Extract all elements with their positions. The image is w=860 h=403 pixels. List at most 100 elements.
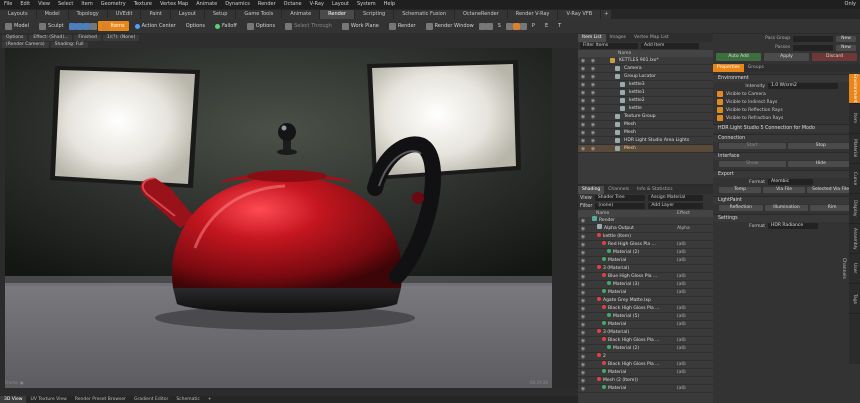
menu-item[interactable]: File xyxy=(0,0,16,9)
layer-visibility-icon[interactable]: ◉ xyxy=(578,321,588,329)
passes-new-button[interactable]: New xyxy=(836,44,856,51)
layer-visibility-icon[interactable]: ◉ xyxy=(578,249,588,257)
item-list-row[interactable]: ◉ ◉ KETTLES 901.lxo* xyxy=(578,57,713,65)
tab-schematic-fusion[interactable]: Schematic Fusion xyxy=(394,9,454,19)
layer-visibility-icon[interactable]: ◉ xyxy=(578,305,588,313)
vtab-curve[interactable]: Curve xyxy=(849,164,860,194)
tab-octanerender[interactable]: OctaneRender xyxy=(455,9,507,19)
export-section[interactable]: Export xyxy=(713,170,860,178)
tab-uvedit[interactable]: UVEdit xyxy=(107,9,141,19)
settings-section[interactable]: Settings xyxy=(713,214,860,222)
item-list-row[interactable]: ◉ ◉ HDR Light Studio Area Lights xyxy=(578,137,713,145)
menu-item[interactable]: Texture xyxy=(130,0,156,9)
tab-model[interactable]: Model xyxy=(36,9,68,19)
tab-render-vray[interactable]: Render V-Ray xyxy=(507,9,558,19)
layer-visibility-icon[interactable]: ◉ xyxy=(578,241,588,249)
tab-topology[interactable]: Topology xyxy=(68,9,107,19)
vtab-tags[interactable]: Tags xyxy=(849,284,860,314)
p-button[interactable]: P xyxy=(528,21,539,31)
render-eye-icon[interactable]: ◉ xyxy=(588,105,598,113)
sculpt-mode-button[interactable]: Sculpt xyxy=(35,21,68,31)
menu-item[interactable]: Layout xyxy=(328,0,353,9)
vertex-select-icon[interactable] xyxy=(68,22,76,30)
symmetry-icon[interactable] xyxy=(512,22,520,30)
visible-indirect-checkbox[interactable] xyxy=(717,99,723,105)
visibility-eye-icon[interactable]: ◉ xyxy=(578,89,588,97)
menu-item[interactable]: Select xyxy=(54,0,77,9)
layer-visibility-icon[interactable]: ◉ xyxy=(578,377,588,385)
camera-icon[interactable] xyxy=(478,22,486,30)
action-center-button[interactable]: Action Center xyxy=(131,21,180,31)
stop-button[interactable]: Stop xyxy=(787,143,854,149)
shader-tree-row[interactable]: ◉ Material (all) xyxy=(578,384,713,393)
render-eye-icon[interactable]: ◉ xyxy=(588,113,598,121)
shader-view-dropdown[interactable]: Shader Tree xyxy=(594,195,645,201)
render-viewport[interactable] xyxy=(5,48,552,388)
render-eye-icon[interactable]: ◉ xyxy=(588,89,598,97)
render-eye-icon[interactable]: ◉ xyxy=(588,145,598,153)
menu-item[interactable]: Edit xyxy=(16,0,34,9)
intensity-input[interactable]: 1.0 W/srm2 xyxy=(768,83,838,89)
tab-properties[interactable]: Properties xyxy=(713,64,744,72)
shader-filter-dropdown[interactable]: (none) xyxy=(595,203,646,209)
falloff-options-button[interactable]: Options xyxy=(243,21,279,31)
add-layer-dropdown[interactable]: Add Layer xyxy=(648,203,704,209)
tab-schematic[interactable]: Schematic xyxy=(172,396,204,403)
render-eye-icon[interactable]: ◉ xyxy=(588,57,598,65)
layer-visibility-icon[interactable]: ◉ xyxy=(578,289,588,297)
layer-visibility-icon[interactable]: ◉ xyxy=(578,369,588,377)
start-button[interactable]: Start xyxy=(719,143,786,149)
t-button[interactable]: T xyxy=(554,21,565,31)
tab-gradient-editor[interactable]: Gradient Editor xyxy=(130,396,172,403)
visibility-eye-icon[interactable]: ◉ xyxy=(578,81,588,89)
render-eye-icon[interactable]: ◉ xyxy=(588,137,598,145)
tab-images[interactable]: Images xyxy=(606,34,630,42)
model-mode-button[interactable]: Model xyxy=(1,21,33,31)
tab-scripting[interactable]: Scripting xyxy=(354,9,394,19)
item-list-row[interactable]: ◉ ◉ Mesh xyxy=(578,121,713,129)
layer-visibility-icon[interactable]: ◉ xyxy=(578,337,588,345)
menu-item[interactable]: Help xyxy=(380,0,399,9)
filter-items-input[interactable]: Filter Items xyxy=(580,43,638,49)
render-eye-icon[interactable]: ◉ xyxy=(588,121,598,129)
tab-layout[interactable]: Layout xyxy=(170,9,204,19)
item-list-row[interactable]: ◉ ◉ Group Locator xyxy=(578,73,713,81)
tab-vray-vfb[interactable]: V-Ray VFB xyxy=(558,9,601,19)
layer-visibility-icon[interactable]: ◉ xyxy=(578,281,588,289)
show-button[interactable]: Show xyxy=(719,161,786,167)
layer-visibility-icon[interactable]: ◉ xyxy=(578,257,588,265)
temp-button[interactable]: Temp xyxy=(719,187,762,193)
layer-visibility-icon[interactable]: ◉ xyxy=(578,313,588,321)
layer-visibility-icon[interactable]: ◉ xyxy=(578,329,588,337)
menu-item[interactable]: Geometry xyxy=(97,0,130,9)
visible-camera-checkbox[interactable] xyxy=(717,91,723,97)
layer-visibility-icon[interactable]: ◉ xyxy=(578,225,588,233)
tab-paint[interactable]: Paint xyxy=(141,9,170,19)
reflection-button[interactable]: Reflection xyxy=(719,205,763,211)
tab-shading[interactable]: Shading xyxy=(578,186,605,194)
vtab-environment[interactable]: Environment xyxy=(849,74,860,104)
settings-format-dropdown[interactable]: HDR Radiance xyxy=(768,223,818,229)
layer-visibility-icon[interactable]: ◉ xyxy=(578,217,588,225)
render-eye-icon[interactable]: ◉ xyxy=(588,129,598,137)
vtab-item[interactable]: Item xyxy=(849,104,860,134)
only-toggle[interactable]: Only xyxy=(841,0,860,9)
visibility-eye-icon[interactable]: ◉ xyxy=(578,105,588,113)
item-list-row[interactable]: ◉ ◉ Texture Group xyxy=(578,113,713,121)
visibility-eye-icon[interactable]: ◉ xyxy=(578,129,588,137)
vtab-material[interactable]: Material xyxy=(849,134,860,164)
menu-item[interactable]: Render xyxy=(254,0,280,9)
visibility-eye-icon[interactable]: ◉ xyxy=(578,137,588,145)
grid-icon[interactable] xyxy=(519,22,527,30)
tab-vertex-map-list[interactable]: Vertex Map List xyxy=(630,34,673,42)
layer-visibility-icon[interactable]: ◉ xyxy=(578,385,588,393)
apply-button[interactable]: Apply xyxy=(764,53,809,61)
item-list-row[interactable]: ◉ ◉ kettle1 xyxy=(578,89,713,97)
tab-render-preset-browser[interactable]: Render Preset Browser xyxy=(71,396,130,403)
render-eye-icon[interactable]: ◉ xyxy=(588,65,598,73)
via-file-button[interactable]: Via File xyxy=(763,187,806,193)
tab-uv-texture-view[interactable]: UV Texture View xyxy=(26,396,70,403)
visibility-eye-icon[interactable]: ◉ xyxy=(578,121,588,129)
items-mode-button[interactable]: Items xyxy=(97,21,129,31)
menu-item[interactable]: System xyxy=(353,0,380,9)
